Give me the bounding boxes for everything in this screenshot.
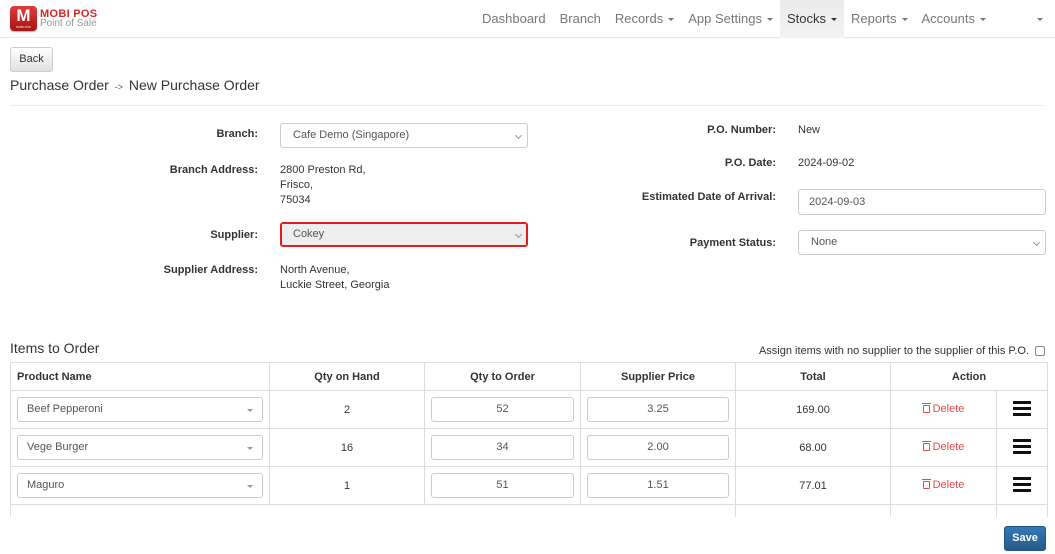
product-select[interactable]: Maguro: [17, 473, 263, 498]
delete-button[interactable]: Delete: [921, 441, 965, 453]
caret-down-icon: [247, 447, 253, 450]
subtotal-cell: [10, 504, 736, 517]
table-row: Maguro 1 51 1.51 77.01 Delete: [10, 466, 1049, 505]
product-name: Maguro: [27, 479, 65, 491]
product-name: Beef Pepperoni: [27, 403, 103, 415]
supplier-price-input[interactable]: 1.51: [587, 473, 729, 498]
trash-icon: [921, 479, 931, 489]
drag-handle-icon[interactable]: [1013, 474, 1031, 495]
supplier-price-input[interactable]: 2.00: [587, 435, 729, 460]
trash-icon: [921, 441, 931, 451]
column-header-qty-on-hand: Qty on Hand: [269, 362, 425, 391]
add-item-cell[interactable]: [890, 504, 997, 517]
column-header-action: Action: [889, 362, 1049, 391]
qty-to-order-input[interactable]: 34: [431, 435, 574, 460]
qty-on-hand: 2: [269, 390, 425, 429]
product-select[interactable]: Vege Burger: [17, 435, 263, 460]
save-button[interactable]: Save: [1004, 526, 1046, 551]
items-table-viewport: Product Name Qty on Hand Qty to Order Su…: [0, 0, 1055, 517]
caret-down-icon: [247, 485, 253, 488]
qty-on-hand: 1: [269, 466, 425, 505]
subtotal-value-cell: [735, 504, 891, 517]
qty-to-order-input[interactable]: 51: [431, 473, 574, 498]
column-header-qty-to-order: Qty to Order: [424, 362, 581, 391]
column-header-total: Total: [735, 362, 891, 391]
row-total: 68.00: [735, 428, 891, 467]
supplier-price-input[interactable]: 3.25: [587, 397, 729, 422]
table-footer-row-clipped: [10, 504, 1049, 517]
product-name: Vege Burger: [27, 441, 89, 453]
column-header-supplier-price: Supplier Price: [580, 362, 736, 391]
row-total: 77.01: [735, 466, 891, 505]
drag-handle-icon[interactable]: [1013, 398, 1031, 419]
table-header-row: Product Name Qty on Hand Qty to Order Su…: [10, 362, 1049, 391]
delete-label: Delete: [932, 479, 965, 491]
delete-label: Delete: [932, 441, 965, 453]
drag-handle-icon[interactable]: [1013, 436, 1031, 457]
trash-icon: [921, 403, 931, 413]
delete-button[interactable]: Delete: [921, 403, 965, 415]
qty-to-order-input[interactable]: 52: [431, 397, 574, 422]
delete-label: Delete: [932, 403, 965, 415]
caret-down-icon: [247, 409, 253, 412]
footer-empty-cell: [995, 504, 1049, 517]
qty-on-hand: 16: [269, 428, 425, 467]
product-select[interactable]: Beef Pepperoni: [17, 397, 263, 422]
row-total: 169.00: [735, 390, 891, 429]
table-row: Vege Burger 16 34 2.00 68.00 Delete: [10, 428, 1049, 467]
table-row: Beef Pepperoni 2 52 3.25 169.00 Delete: [10, 390, 1049, 429]
column-header-product: Product Name: [10, 362, 270, 391]
items-table: Product Name Qty on Hand Qty to Order Su…: [10, 362, 1049, 517]
delete-button[interactable]: Delete: [921, 479, 965, 491]
